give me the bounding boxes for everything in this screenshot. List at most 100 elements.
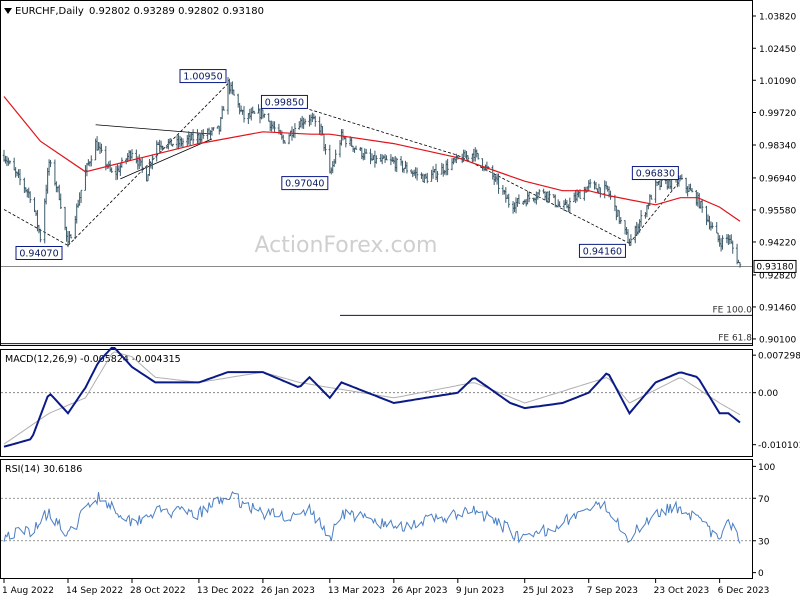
ohlc-bar	[127, 150, 131, 161]
ohlc-bar	[130, 149, 134, 159]
svg-text:0.96830: 0.96830	[636, 169, 675, 180]
ohlc-bar	[634, 225, 637, 244]
ohlc-bar	[5, 156, 9, 167]
ohlc-bar	[716, 232, 720, 243]
ohlc-bar	[421, 173, 425, 183]
dropdown-triangle-icon[interactable]	[4, 8, 12, 14]
ohlc-bar	[501, 185, 505, 195]
ohlc-bar	[375, 155, 378, 164]
ohlc-bar	[391, 156, 394, 162]
price-value-label: 0.94160	[578, 243, 626, 258]
date-tick-label: 13 Dec 2022	[197, 586, 255, 596]
ohlc-bar	[330, 167, 333, 175]
ohlc-bar	[47, 159, 51, 176]
ohlc-bar	[548, 190, 551, 203]
price-tick-label: 0.91460	[759, 303, 796, 313]
triangle-line	[95, 124, 213, 135]
ohlc-bar	[308, 114, 311, 127]
price-tick-label: 0.96940	[759, 174, 796, 184]
ohlc-bar	[526, 190, 529, 205]
ohlc-bar	[524, 198, 528, 207]
macd-signal-line	[3, 351, 741, 445]
date-tick-label: 14 Sep 2022	[66, 586, 123, 596]
ohlc-bar	[187, 131, 190, 145]
ohlc-bar	[471, 153, 474, 164]
ohlc-bar	[684, 177, 688, 194]
ohlc-bar	[85, 162, 89, 177]
rsi-tick-label: 70	[758, 495, 770, 505]
ohlc-bar	[636, 223, 640, 235]
ohlc-bar	[574, 190, 577, 204]
ohlc-bar	[180, 137, 183, 147]
macd-tick-label: -0.010101	[758, 441, 800, 451]
ohlc-bar	[12, 157, 16, 171]
ohlc-bar	[491, 165, 494, 180]
ohlc-bar	[735, 243, 739, 265]
ohlc-bar	[257, 104, 260, 114]
chart: ActionForex.com EURCHF,Daily 0.92802 0.9…	[0, 0, 800, 600]
ohlc-bar	[263, 113, 266, 118]
ohlc-bar	[517, 194, 521, 204]
ohlc-bar	[395, 157, 398, 173]
ohlc-bar	[76, 199, 80, 208]
ohlc-bar	[15, 171, 19, 177]
ohlc-bar	[175, 135, 179, 149]
trend-line	[67, 83, 229, 246]
ohlc-bar	[37, 224, 41, 234]
ohlc-bar	[300, 115, 304, 129]
ohlc-bar	[219, 117, 222, 132]
date-tick-label: 7 Sep 2023	[587, 586, 638, 596]
ohlc-bar	[354, 145, 358, 150]
ohlc-bar	[298, 121, 301, 130]
ohlc-bar	[705, 205, 708, 226]
ohlc-bar	[87, 159, 90, 166]
rsi-tick-label: 100	[758, 463, 775, 473]
svg-text:0.97040: 0.97040	[285, 179, 324, 190]
ohlc-bar	[545, 191, 548, 203]
ohlc-bar	[338, 140, 342, 158]
ohlc-bar	[155, 140, 158, 162]
ohlc-bar	[44, 184, 48, 205]
ohlc-bar	[200, 130, 204, 143]
ohlc-bar	[654, 177, 657, 203]
ohlc-bar	[332, 159, 336, 167]
ohlc-bar	[239, 105, 243, 113]
ohlc-bar	[43, 198, 46, 244]
ohlc-bar	[444, 160, 448, 176]
macd-tick-label: 0.00	[758, 389, 778, 399]
ohlc-bar	[229, 82, 233, 94]
ohlc-bar	[34, 210, 38, 217]
ohlc-bar	[405, 162, 409, 174]
ohlc-bar	[252, 110, 256, 114]
price-value-label: 0.94070	[15, 245, 63, 260]
ohlc-bar	[312, 113, 316, 120]
ohlc-bar	[33, 197, 36, 213]
ohlc-bar	[389, 154, 393, 166]
ohlc-bar	[110, 167, 113, 173]
ohlc-bar	[394, 156, 397, 172]
ohlc-bar	[514, 197, 518, 214]
ohlc-bar	[558, 201, 561, 208]
price-value-label: 0.97040	[281, 176, 329, 191]
ohlc-bar	[78, 192, 81, 206]
symbol-label: EURCHF,Daily	[15, 6, 84, 17]
ohlc-bar	[619, 217, 622, 224]
ohlc-bar	[79, 189, 83, 203]
ohlc-bar	[431, 166, 435, 179]
ohlc-bar	[248, 108, 252, 119]
ohlc-bar	[527, 192, 531, 203]
ohlc-bar	[190, 132, 193, 141]
macd-label: MACD(12,26,9) -0.005824 -0.004315	[5, 354, 181, 365]
ohlc-bar	[314, 115, 317, 127]
ohlc-bar	[511, 201, 515, 214]
ohlc-bar	[543, 191, 547, 201]
ohlc-bar	[171, 143, 174, 147]
ohlc-bar	[474, 147, 477, 162]
ohlc-bar	[247, 113, 250, 124]
fe-level-label: FE 61.8	[718, 334, 752, 344]
ohlc-bar	[267, 113, 270, 122]
ohlc-bar	[603, 180, 606, 199]
ohlc-bar	[626, 229, 630, 244]
ohlc-bar	[465, 150, 468, 160]
ohlc-bar	[476, 152, 480, 160]
